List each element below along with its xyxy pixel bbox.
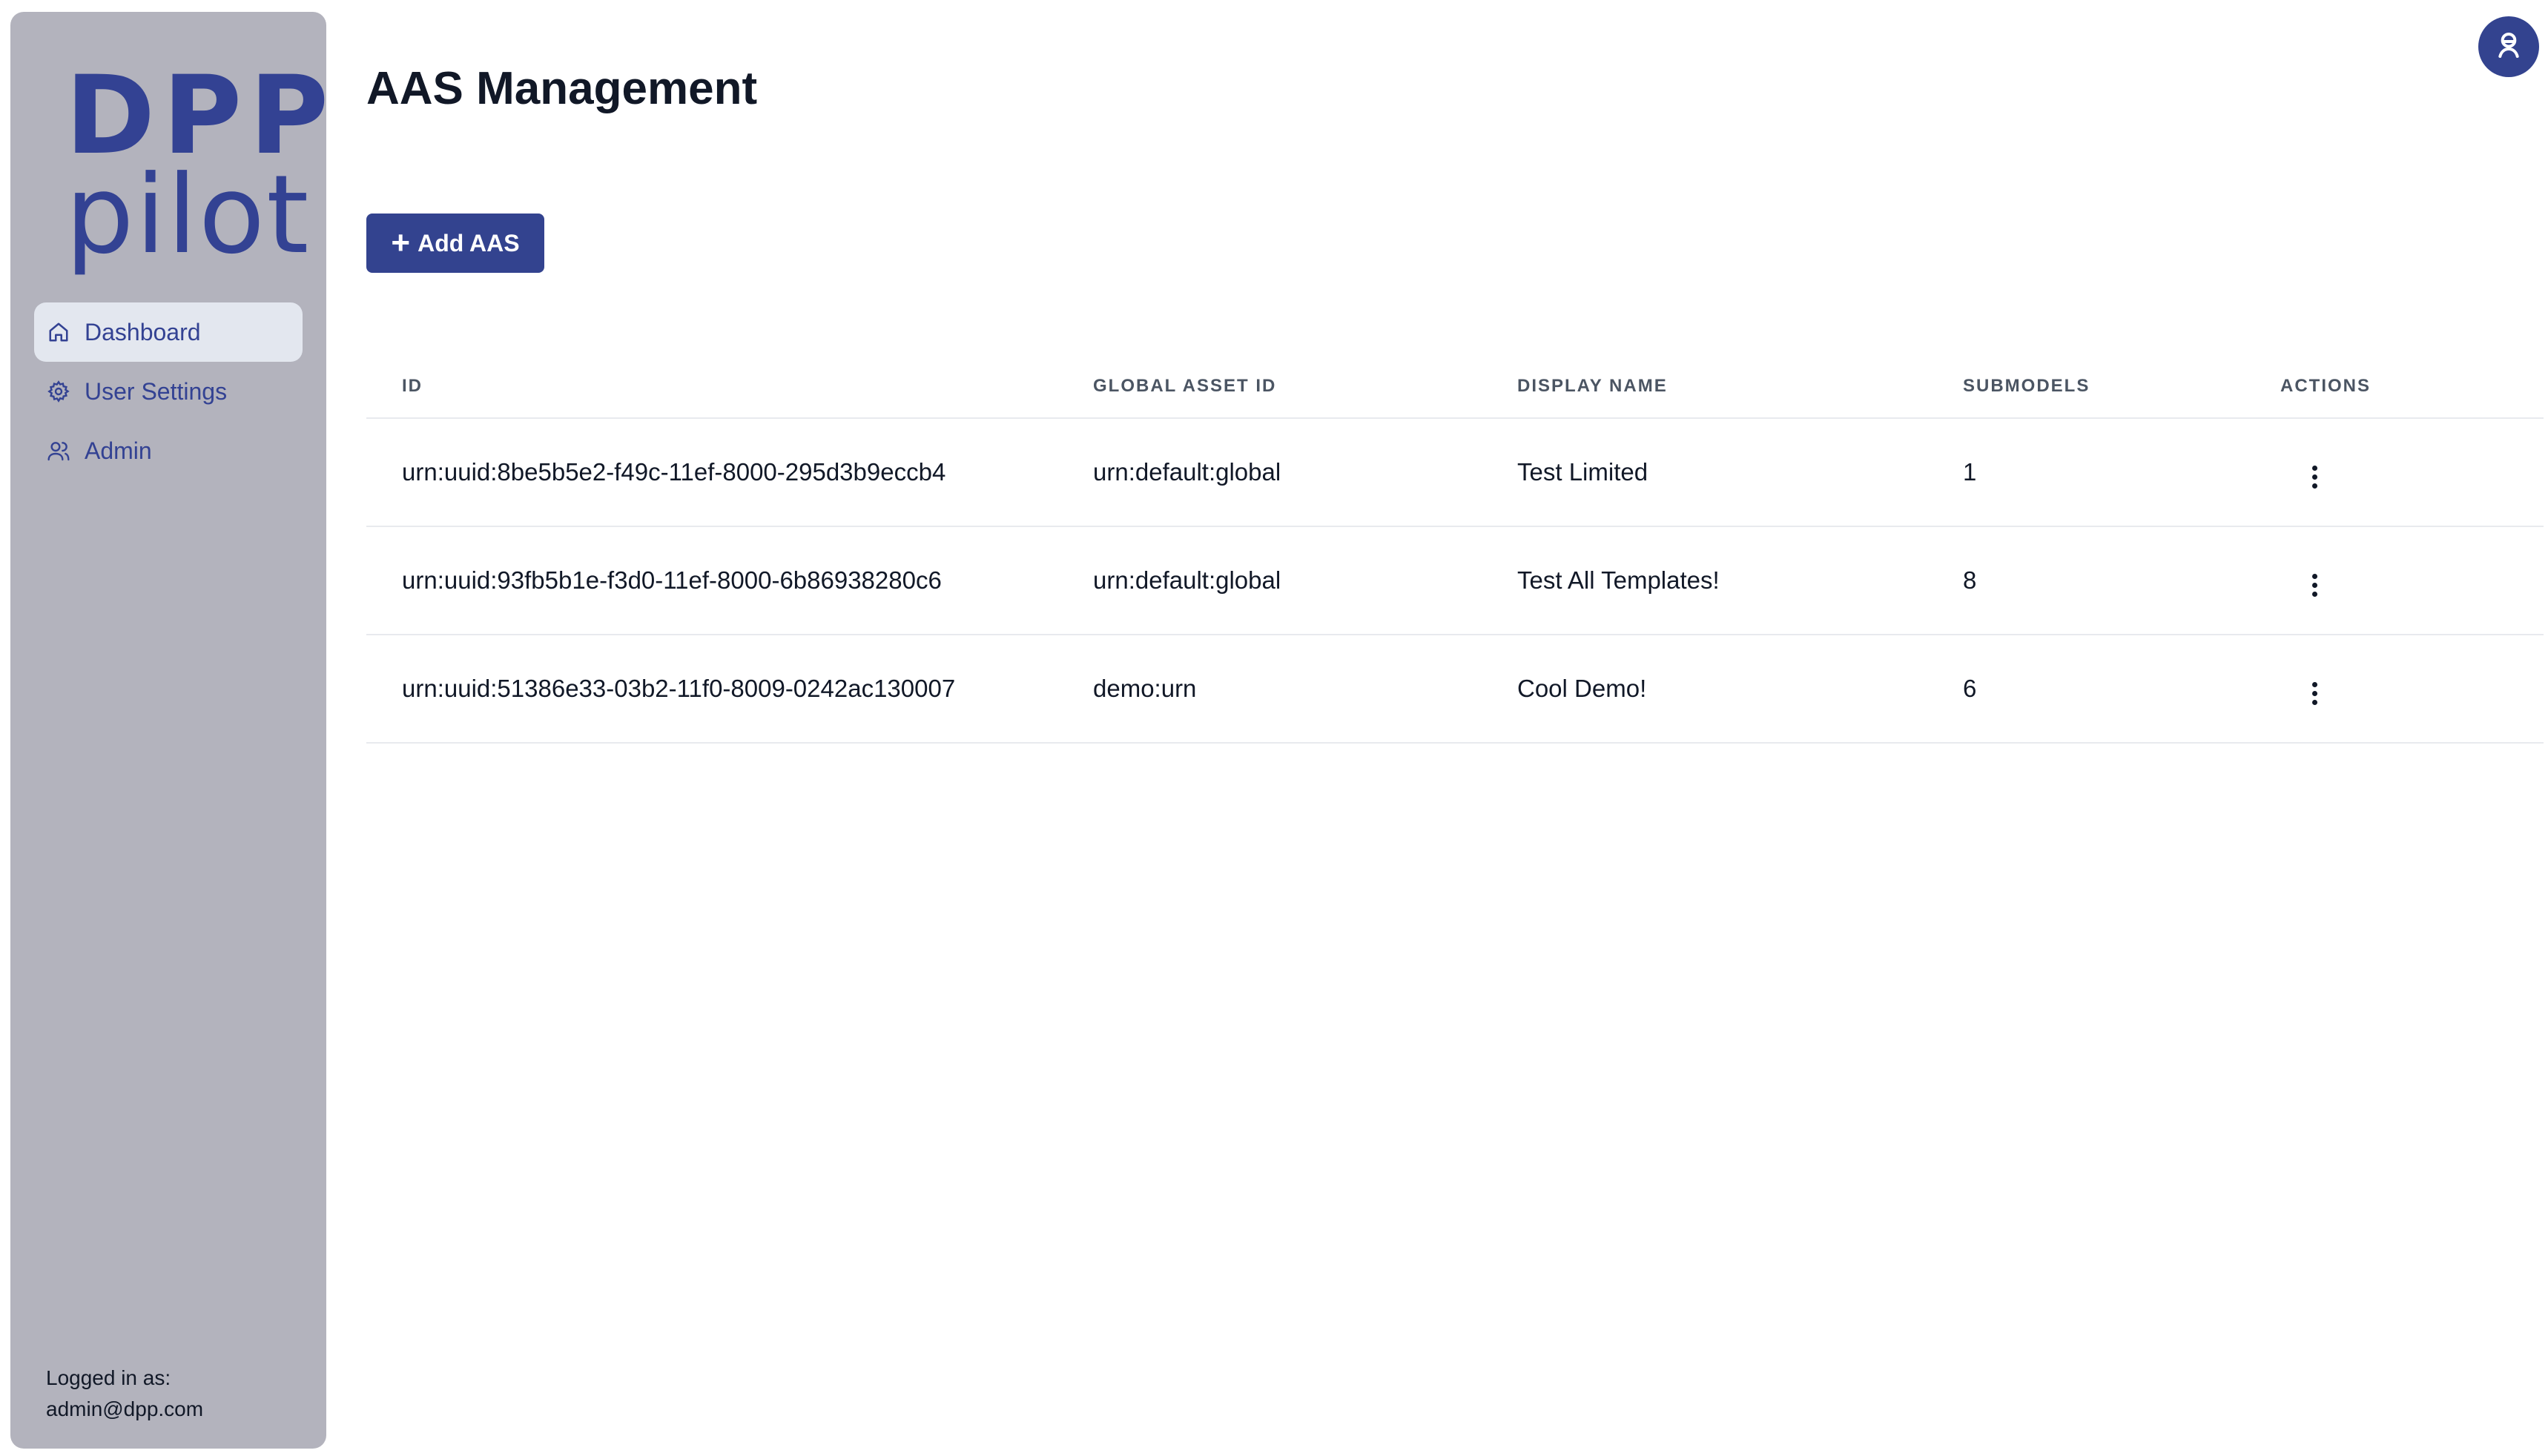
cell-id: urn:uuid:8be5b5e2-f49c-11ef-8000-295d3b9… [366,418,1093,527]
sidebar-item-label: Admin [85,437,152,464]
more-vertical-icon[interactable] [2300,675,2329,712]
cell-global-asset-id: demo:urn [1093,635,1517,744]
aas-table: ID GLOBAL ASSET ID DISPLAY NAME SUBMODEL… [366,354,2544,744]
more-vertical-icon[interactable] [2300,567,2329,604]
table-row[interactable]: urn:uuid:8be5b5e2-f49c-11ef-8000-295d3b9… [366,418,2544,527]
column-header-display-name: DISPLAY NAME [1517,354,1963,419]
cell-global-asset-id: urn:default:global [1093,418,1517,527]
gear-icon [44,377,73,406]
sidebar-item-user-settings[interactable]: User Settings [34,362,303,421]
main-content: AAS Management + Add AAS ID GLOBAL ASSET… [326,0,2548,1456]
cell-id: urn:uuid:93fb5b1e-f3d0-11ef-8000-6b86938… [366,526,1093,635]
cell-display-name: Test All Templates! [1517,526,1963,635]
cell-id: urn:uuid:51386e33-03b2-11f0-8009-0242ac1… [366,635,1093,744]
cell-actions [2280,526,2544,635]
column-header-submodels: SUBMODELS [1963,354,2280,419]
cell-submodels: 8 [1963,526,2280,635]
table-header-row: ID GLOBAL ASSET ID DISPLAY NAME SUBMODEL… [366,354,2544,419]
dpp-pilot-logo: DPP pilot [65,62,329,278]
column-header-actions: ACTIONS [2280,354,2544,419]
add-aas-button[interactable]: + Add AAS [366,214,544,273]
table-row[interactable]: urn:uuid:51386e33-03b2-11f0-8009-0242ac1… [366,635,2544,744]
table-row[interactable]: urn:uuid:93fb5b1e-f3d0-11ef-8000-6b86938… [366,526,2544,635]
sidebar: DPP pilot Dashboard User Settings Admin … [10,12,329,1449]
cell-actions [2280,418,2544,527]
plus-icon: + [391,225,411,261]
sidebar-item-dashboard[interactable]: Dashboard [34,302,303,362]
sidebar-item-admin[interactable]: Admin [34,421,303,480]
cell-global-asset-id: urn:default:global [1093,526,1517,635]
sidebar-item-label: Dashboard [85,318,201,345]
cell-actions [2280,635,2544,744]
sidebar-nav: Dashboard User Settings Admin [34,302,303,480]
cell-submodels: 1 [1963,418,2280,527]
column-header-global-asset-id: GLOBAL ASSET ID [1093,354,1517,419]
add-aas-label: Add AAS [417,229,520,257]
login-info: Logged in as: admin@dpp.com [46,1363,203,1425]
cell-submodels: 6 [1963,635,2280,744]
logo-text-bottom: pilot [65,152,311,278]
users-icon [44,437,73,465]
column-header-id: ID [366,354,1093,419]
login-email: admin@dpp.com [46,1397,204,1420]
more-vertical-icon[interactable] [2300,459,2329,496]
login-label: Logged in as: [46,1366,171,1389]
cell-display-name: Cool Demo! [1517,635,1963,744]
cell-display-name: Test Limited [1517,418,1963,527]
sidebar-item-label: User Settings [85,377,228,405]
page-title: AAS Management [366,63,758,114]
home-icon [44,318,73,346]
